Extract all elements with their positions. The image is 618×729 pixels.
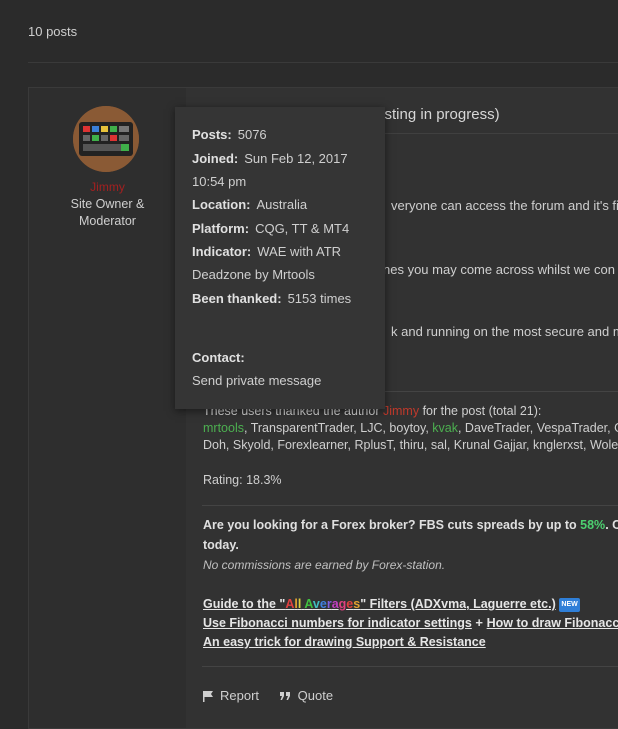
fibonacci-settings-link[interactable]: Use Fibonacci numbers for indicator sett…: [203, 616, 472, 630]
signature-divider-2: [202, 505, 618, 506]
thanks-list-line-1: mrtools, TransparentTrader, LJC, boytoy,…: [203, 421, 618, 435]
author-username[interactable]: Jimmy: [29, 180, 186, 194]
divider: [28, 62, 618, 63]
send-private-message-link[interactable]: Send private message: [192, 373, 321, 388]
tooltip-indicator-2: Deadzone by Mrtools: [192, 267, 315, 282]
avatar[interactable]: [73, 106, 139, 172]
posts-label: Posts:: [192, 127, 232, 142]
content-line-3: k and running on the most secure and m: [391, 324, 618, 339]
guide-link-suffix[interactable]: " Filters (ADXvma, Laguerre etc.): [360, 597, 556, 611]
quote-icon: [279, 691, 290, 700]
author-rank: Site Owner & Moderator: [29, 196, 186, 230]
thanks-user-link[interactable]: kvak: [432, 421, 458, 435]
post-actions: Report Quote: [202, 688, 349, 705]
report-button[interactable]: Report: [202, 688, 259, 703]
commission-note: No commissions are earned by Forex-stati…: [203, 558, 446, 572]
promo-percent[interactable]: 58%: [580, 518, 605, 532]
joined-label: Joined:: [192, 151, 239, 166]
quote-label: Quote: [297, 688, 334, 703]
content-line-1: veryone can access the forum and it's fi: [391, 198, 618, 213]
guide-link-prefix[interactable]: Guide to the ": [203, 597, 285, 611]
platform-label: Platform:: [192, 221, 250, 236]
tooltip-joined-time: 10:54 pm: [192, 174, 247, 189]
flag-icon: [203, 690, 213, 702]
thanked-value[interactable]: 5153 times: [288, 291, 352, 306]
indicator-value: WAE with ATR: [257, 244, 342, 259]
promo-suffix[interactable]: . Clic: [605, 518, 618, 532]
plus-sign: +: [471, 615, 487, 630]
all-averages-text[interactable]: All Averages: [285, 597, 360, 611]
thanks-users[interactable]: , DaveTrader, VespaTrader, G: [458, 421, 618, 435]
thanks-user-link[interactable]: mrtools: [203, 421, 244, 435]
signature-link-1[interactable]: Guide to the "All Averages" Filters (ADX…: [203, 596, 580, 612]
keyboard-avatar-icon: [73, 106, 139, 172]
tooltip-contact: Contact:: [192, 350, 251, 365]
support-resistance-link[interactable]: An easy trick for drawing Support & Resi…: [203, 635, 486, 649]
tooltip-thanked: Been thanked: 5153 times: [192, 291, 351, 306]
signature-link-3[interactable]: An easy trick for drawing Support & Resi…: [203, 634, 486, 649]
promo-line-1[interactable]: Are you looking for a Forex broker? FBS …: [203, 518, 618, 532]
platform-value: CQG, TT & MT4: [255, 221, 350, 236]
post-profile: Jimmy Site Owner & Moderator: [29, 88, 186, 728]
indicator-label: Indicator:: [192, 244, 252, 259]
posts-count: 10 posts: [28, 24, 78, 39]
contact-label: Contact:: [192, 350, 245, 365]
tooltip-joined: Joined: Sun Feb 12, 2017: [192, 151, 348, 166]
thanks-users[interactable]: , TransparentTrader, LJC, boytoy,: [244, 421, 432, 435]
quote-button[interactable]: Quote: [279, 688, 333, 703]
thanks-author-link[interactable]: Jimmy: [383, 404, 419, 418]
report-label: Report: [220, 688, 260, 703]
rank-line-2: Moderator: [79, 214, 136, 228]
rank-line-1: Site Owner &: [70, 197, 145, 211]
thanks-list-line-2[interactable]: Doh, Skyold, Forexlearner, RplusT, thiru…: [203, 438, 618, 452]
post-rating: Rating: 18.3%: [203, 473, 282, 487]
new-badge-icon: NEW: [559, 597, 580, 612]
signature-link-2[interactable]: Use Fibonacci numbers for indicator sett…: [203, 615, 618, 630]
tooltip-posts: Posts: 5076: [192, 127, 267, 142]
thanked-label: Been thanked:: [192, 291, 282, 306]
profile-tooltip: Posts: 5076 Joined: Sun Feb 12, 2017 10:54…: [175, 107, 385, 409]
tooltip-platform: Platform: CQG, TT & MT4: [192, 221, 349, 236]
guide-link[interactable]: Guide to the "All Averages" Filters (ADX…: [203, 597, 556, 611]
joined-value: Sun Feb 12, 2017: [244, 151, 348, 166]
tooltip-location: Location: Australia: [192, 197, 307, 212]
location-value: Australia: [256, 197, 308, 212]
content-line-2: nes you may come across whilst we con: [383, 262, 615, 277]
promo-line-2[interactable]: today.: [203, 538, 239, 552]
thanks-suffix: for the post (total 21):: [419, 404, 542, 418]
post-title[interactable]: testing in progress): [372, 106, 500, 123]
posts-value[interactable]: 5076: [238, 127, 267, 142]
actions-divider: [202, 666, 618, 667]
draw-fibonacci-link[interactable]: How to draw Fibonacci Ex: [487, 616, 618, 630]
promo-text[interactable]: Are you looking for a Forex broker? FBS …: [203, 518, 580, 532]
tooltip-indicator: Indicator: WAE with ATR: [192, 244, 341, 259]
location-label: Location:: [192, 197, 251, 212]
